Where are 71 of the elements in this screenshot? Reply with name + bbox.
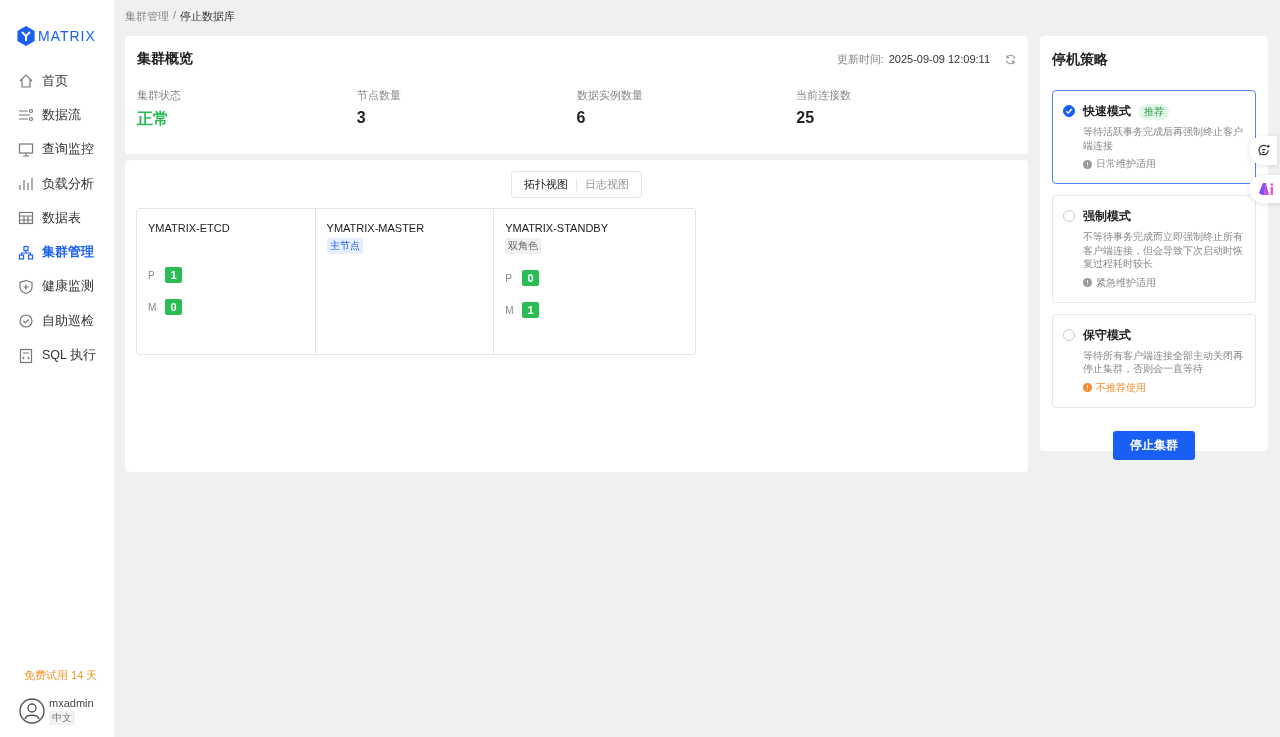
- mode-description: 等待所有客户端连接全部主动关闭再停止集群，否则会一直等待: [1083, 348, 1244, 376]
- nav-item[interactable]: 集群管理: [0, 235, 114, 270]
- view-tab[interactable]: 拓扑视图: [516, 175, 576, 194]
- ai-logo-icon[interactable]: [1249, 175, 1280, 203]
- nav-item[interactable]: 首页: [0, 64, 114, 99]
- nav-item[interactable]: 查询监控: [0, 132, 114, 167]
- instance-count-badge: 0: [165, 299, 182, 315]
- mode-title: 强制模式: [1083, 208, 1131, 225]
- stop-cluster-button[interactable]: 停止集群: [1113, 430, 1195, 460]
- stat-label: 当前连接数: [796, 88, 853, 103]
- language-label[interactable]: 中文: [49, 711, 75, 725]
- nav-item[interactable]: 自助巡检: [0, 304, 114, 339]
- mode-note: 日常维护适用: [1096, 157, 1156, 171]
- check-circle-icon: [18, 313, 34, 330]
- shield-plus-icon: [18, 278, 34, 295]
- nav-item[interactable]: 数据流: [0, 98, 114, 133]
- chat-icon[interactable]: [1249, 136, 1277, 165]
- update-time: 2025-09-09 12:09:11: [888, 53, 990, 65]
- nav-item[interactable]: SQL 执行: [0, 338, 114, 373]
- logo-text: MATRIX: [38, 28, 96, 44]
- recommended-badge: 推荐: [1139, 103, 1169, 120]
- info-icon: [1083, 159, 1092, 169]
- card-title: 集群概览: [137, 50, 193, 68]
- mode-option[interactable]: 强制模式 不等待事务完成而立即强制终止所有客户端连接，但会导致下次启动时恢复过程耗时较长 紧急维护适用: [1052, 195, 1256, 303]
- user-name: mxadmin: [49, 697, 94, 709]
- stat-value: 25: [796, 109, 816, 127]
- info-icon: [1083, 383, 1092, 392]
- panel-title: 停机策略: [1052, 51, 1109, 69]
- instance-type-label: P: [148, 269, 153, 281]
- stat-value: 正常: [137, 109, 170, 129]
- mode-title: 快速模式: [1083, 103, 1131, 120]
- mode-option[interactable]: 保守模式 等待所有客户端连接全部主动关闭再停止集群，否则会一直等待 不推荐使用: [1052, 313, 1256, 408]
- node-name: YMATRIX-ETCD: [148, 222, 231, 234]
- mode-description: 等待活跃事务完成后再强制终止客户端连接: [1083, 125, 1244, 152]
- stat-label: 数据实例数量: [576, 88, 644, 103]
- node-role-tag: 主节点: [326, 238, 363, 254]
- avatar-icon: [19, 698, 45, 724]
- trial-notice: 免费试用 14 天: [23, 668, 99, 683]
- mode-title: 保守模式: [1083, 326, 1131, 344]
- instance-type-label: P: [505, 272, 511, 284]
- sql-monitor-icon: [18, 141, 34, 158]
- mode-note: 紧急维护适用: [1096, 275, 1156, 290]
- stat-label: 集群状态: [137, 88, 182, 103]
- nav-item[interactable]: 负载分析: [0, 166, 114, 202]
- stat-label: 节点数量: [356, 88, 402, 103]
- cluster-icon: [18, 244, 34, 261]
- breadcrumb-separator: /: [173, 9, 177, 23]
- stat-value: 3: [356, 109, 367, 127]
- flow-icon: [18, 107, 34, 124]
- nav-item[interactable]: 健康监测: [0, 269, 114, 305]
- update-time-label: 更新时间:: [836, 51, 884, 67]
- bar-chart-icon: [18, 176, 34, 193]
- node-name: YMATRIX-MASTER: [326, 222, 426, 234]
- node-role-tag: 双角色: [505, 238, 542, 254]
- home-icon: [18, 73, 34, 90]
- breadcrumb-item: 停止数据库: [180, 9, 236, 24]
- refresh-icon[interactable]: [1005, 53, 1016, 65]
- mode-description: 不等待事务完成而立即强制终止所有客户端连接，但会导致下次启动时恢复过程耗时较长: [1083, 230, 1244, 271]
- radio-button[interactable]: [1063, 105, 1075, 117]
- info-icon: [1083, 278, 1092, 287]
- table-icon: [18, 210, 34, 227]
- logo-icon: [17, 26, 35, 46]
- instance-type-label: M: [505, 304, 511, 316]
- node-name: YMATRIX-STANDBY: [505, 222, 609, 234]
- instance-count-badge: 1: [522, 302, 540, 318]
- sql-file-icon: [18, 347, 34, 364]
- nav-item[interactable]: 数据表: [0, 201, 114, 236]
- instance-count-badge: 0: [522, 270, 540, 286]
- instance-count-badge: 1: [165, 267, 182, 283]
- mode-note: 不推荐使用: [1096, 380, 1146, 395]
- stat-value: 6: [576, 109, 587, 127]
